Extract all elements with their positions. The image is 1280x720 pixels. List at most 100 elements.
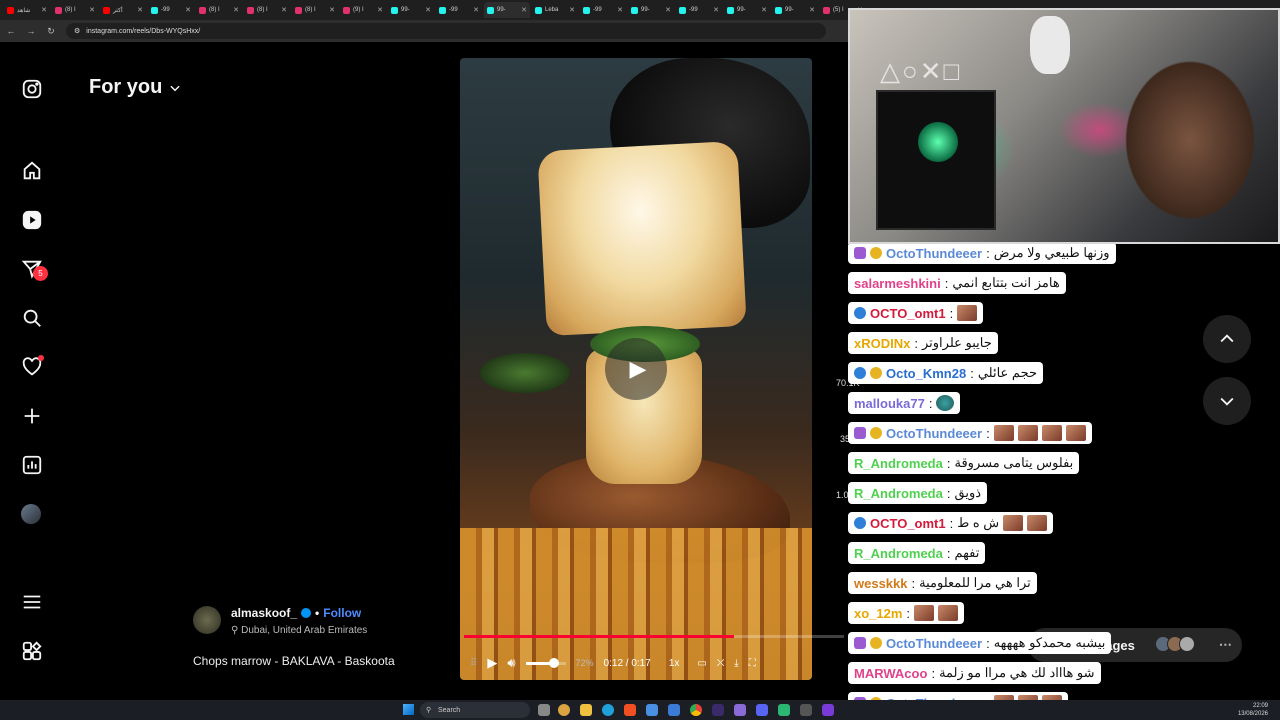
browser-tab[interactable]: أكثر ✕: [100, 2, 146, 18]
menu-icon[interactable]: [20, 590, 44, 614]
app-icon[interactable]: [558, 704, 570, 716]
search-icon[interactable]: [20, 306, 44, 330]
tab-close-icon[interactable]: ✕: [425, 6, 431, 14]
app-icon[interactable]: [668, 704, 680, 716]
windows-start-icon[interactable]: [403, 704, 414, 715]
next-reel-button[interactable]: [1203, 377, 1251, 425]
author-name[interactable]: almaskoof_: [231, 606, 297, 620]
browser-tab[interactable]: 99- ✕: [388, 2, 434, 18]
app-icon[interactable]: [822, 704, 834, 716]
back-icon[interactable]: ←: [6, 26, 16, 36]
tab-close-icon[interactable]: ✕: [617, 6, 623, 14]
previous-reel-button[interactable]: [1203, 315, 1251, 363]
tab-close-icon[interactable]: ✕: [233, 6, 239, 14]
chat-username[interactable]: mallouka77: [854, 396, 925, 411]
browser-tab[interactable]: (8) I ✕: [244, 2, 290, 18]
browser-tab[interactable]: شاهد ✕: [4, 2, 50, 18]
chat-username[interactable]: xo_12m: [854, 606, 902, 621]
site-info-icon[interactable]: ⚙: [74, 27, 80, 35]
browser-tab[interactable]: -99 ✕: [148, 2, 194, 18]
browser-tab[interactable]: (8) I ✕: [52, 2, 98, 18]
chat-username[interactable]: Octo_Kmn28: [886, 366, 966, 381]
tab-close-icon[interactable]: ✕: [473, 6, 479, 14]
author-location[interactable]: ⚲ Dubai, United Arab Emirates: [231, 625, 367, 636]
chrome-icon[interactable]: [690, 704, 702, 716]
chat-username[interactable]: xRODINx: [854, 336, 910, 351]
feed-selector[interactable]: For you: [89, 76, 182, 99]
chat-username[interactable]: OCTO_omt1: [870, 516, 946, 531]
tab-close-icon[interactable]: ✕: [89, 6, 95, 14]
taskbar-search[interactable]: ⚲ Search: [420, 702, 530, 718]
more-icon[interactable]: ⋯: [1219, 637, 1232, 653]
author-avatar[interactable]: [193, 606, 221, 634]
edge-icon[interactable]: [602, 704, 614, 716]
download-icon[interactable]: ⤓: [734, 658, 738, 669]
tab-close-icon[interactable]: ✕: [41, 6, 47, 14]
tab-close-icon[interactable]: ✕: [377, 6, 383, 14]
create-icon[interactable]: [20, 404, 44, 428]
follow-button[interactable]: Follow: [323, 606, 361, 620]
profile-avatar[interactable]: [21, 504, 41, 524]
browser-tab[interactable]: 99- ✕: [772, 2, 818, 18]
obs-icon[interactable]: [800, 704, 812, 716]
pip-icon[interactable]: ▭: [697, 658, 706, 669]
tab-close-icon[interactable]: ✕: [185, 6, 191, 14]
forward-icon[interactable]: →: [26, 26, 36, 36]
video-progress-bar[interactable]: [464, 635, 844, 638]
tab-close-icon[interactable]: ✕: [665, 6, 671, 14]
apps-icon[interactable]: [20, 639, 44, 663]
browser-tab[interactable]: 99- ✕: [724, 2, 770, 18]
tab-close-icon[interactable]: ✕: [521, 6, 527, 14]
app-icon[interactable]: [778, 704, 790, 716]
chat-username[interactable]: OctoThundeeer: [886, 636, 982, 651]
browser-tab[interactable]: -99 ✕: [580, 2, 626, 18]
chat-username[interactable]: OctoThundeeer: [886, 246, 982, 261]
store-icon[interactable]: [624, 704, 636, 716]
browser-tab[interactable]: (8) I ✕: [292, 2, 338, 18]
fullscreen-icon[interactable]: ⛶: [749, 658, 756, 669]
discord-icon[interactable]: [756, 704, 768, 716]
volume-icon[interactable]: 🔊︎: [507, 655, 515, 671]
reels-icon[interactable]: [20, 208, 44, 232]
drag-handle-icon[interactable]: ⠿: [470, 658, 477, 669]
browser-tab[interactable]: 99- ✕: [628, 2, 674, 18]
tab-close-icon[interactable]: ✕: [713, 6, 719, 14]
chat-username[interactable]: wesskkk: [854, 576, 908, 591]
reel-video[interactable]: ▶: [460, 58, 812, 680]
play-icon[interactable]: ▶: [487, 655, 497, 671]
chat-username[interactable]: OctoThundeeer: [886, 426, 982, 441]
mail-icon[interactable]: [646, 704, 658, 716]
task-view-icon[interactable]: [538, 704, 550, 716]
premiere-icon[interactable]: [712, 704, 724, 716]
tab-close-icon[interactable]: ✕: [281, 6, 287, 14]
tab-close-icon[interactable]: ✕: [761, 6, 767, 14]
chat-username[interactable]: R_Andromeda: [854, 546, 943, 561]
volume-slider[interactable]: [525, 657, 566, 668]
browser-tab[interactable]: -99 ✕: [676, 2, 722, 18]
play-overlay-button[interactable]: ▶: [605, 338, 667, 400]
home-icon[interactable]: [20, 159, 44, 183]
tab-close-icon[interactable]: ✕: [809, 6, 815, 14]
insights-icon[interactable]: [20, 453, 44, 477]
browser-tab[interactable]: (9) I ✕: [340, 2, 386, 18]
tab-close-icon[interactable]: ✕: [137, 6, 143, 14]
chat-username[interactable]: OCTO_omt1: [870, 306, 946, 321]
tab-close-icon[interactable]: ✕: [569, 6, 575, 14]
mute-icon[interactable]: ⛌: [717, 658, 724, 669]
browser-tab[interactable]: -99 ✕: [436, 2, 482, 18]
taskbar-clock[interactable]: 22:09 13/08/2026: [1238, 702, 1268, 718]
url-field[interactable]: ⚙ instagram.com/reels/Dbs-WYQsHxx/: [66, 23, 826, 39]
chat-username[interactable]: R_Andromeda: [854, 486, 943, 501]
chat-username[interactable]: salarmeshkini: [854, 276, 941, 291]
chat-username[interactable]: R_Andromeda: [854, 456, 943, 471]
browser-tab[interactable]: Leba ✕: [532, 2, 578, 18]
app-icon[interactable]: [734, 704, 746, 716]
reload-icon[interactable]: ↻: [46, 26, 56, 37]
tab-close-icon[interactable]: ✕: [329, 6, 335, 14]
chat-username[interactable]: MARWAcoo: [854, 666, 927, 681]
playback-speed[interactable]: 1x: [669, 658, 680, 669]
browser-tab[interactable]: (8) I ✕: [196, 2, 242, 18]
volume-knob[interactable]: [549, 657, 560, 668]
file-explorer-icon[interactable]: [580, 704, 592, 716]
instagram-logo-icon[interactable]: [20, 77, 44, 101]
